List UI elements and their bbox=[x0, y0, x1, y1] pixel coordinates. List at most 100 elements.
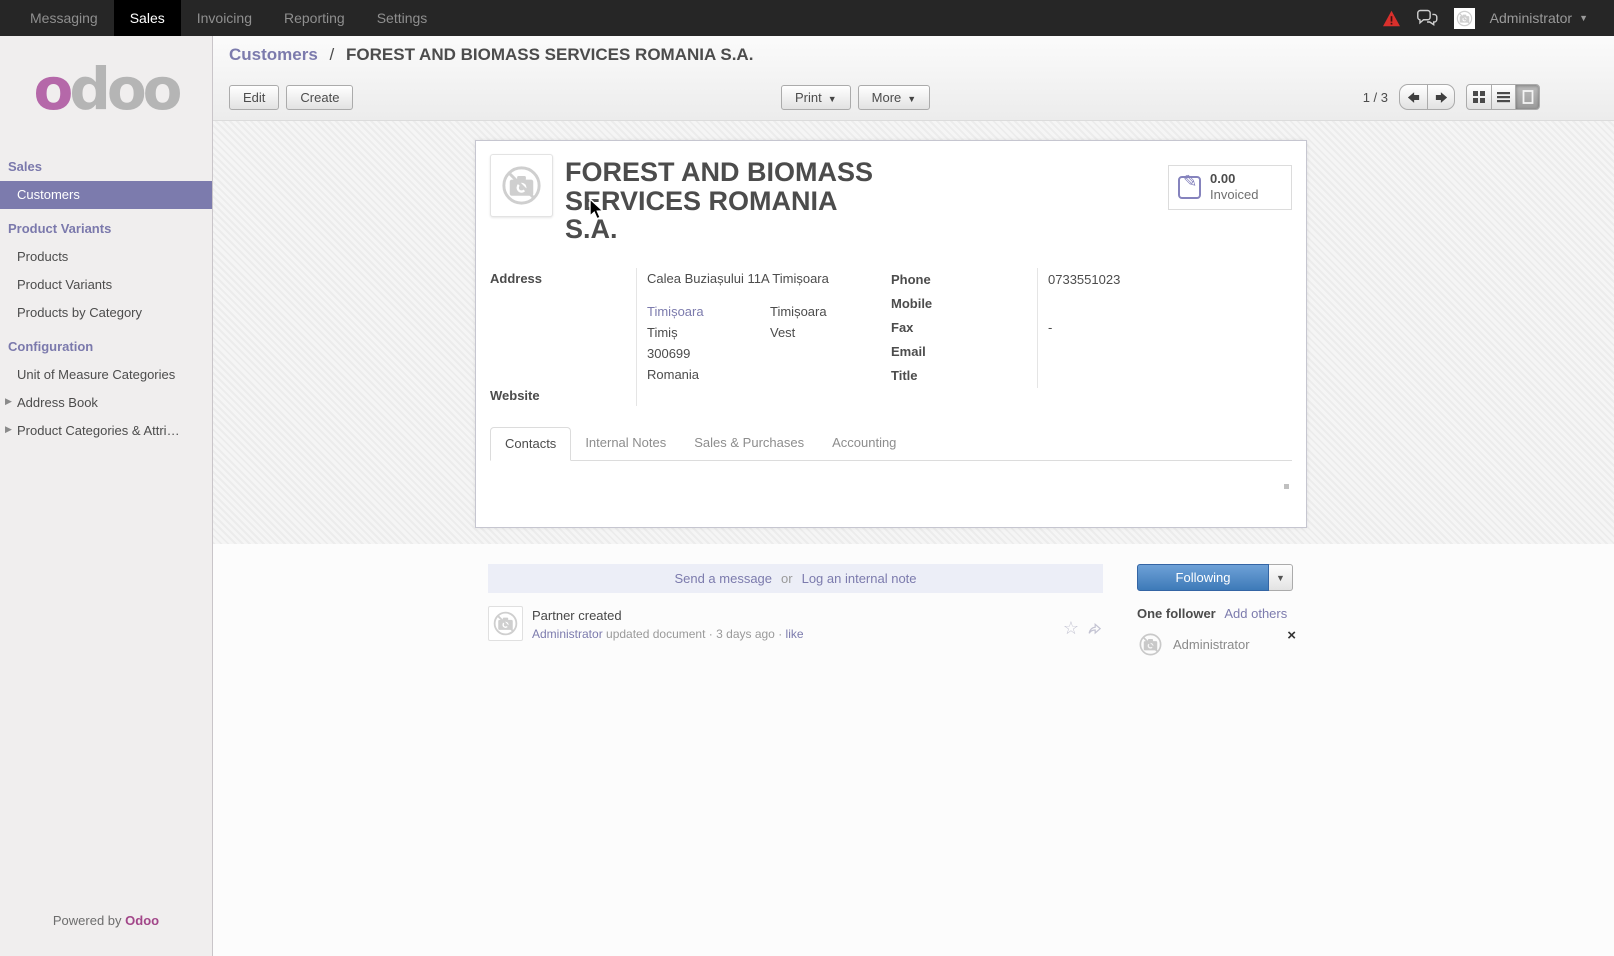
odoo-logo: odoo bbox=[0, 52, 212, 127]
edit-pencil-icon: ✎ bbox=[1178, 176, 1201, 199]
street-value: Calea Buziașului 11A Timișoara bbox=[647, 271, 891, 286]
form-sheet: FOREST AND BIOMASS SERVICES ROMANIA S.A.… bbox=[475, 140, 1307, 528]
forward-icon[interactable] bbox=[1086, 620, 1103, 636]
list-icon bbox=[1497, 91, 1510, 103]
breadcrumb: Customers / FOREST AND BIOMASS SERVICES … bbox=[229, 45, 1598, 65]
follower-name: Administrator bbox=[1173, 637, 1250, 652]
city-link[interactable]: Timișoara bbox=[647, 304, 770, 319]
zip-value: 300699 bbox=[647, 346, 770, 361]
empty-cell bbox=[770, 367, 891, 382]
sidebar-item-label: Product Categories & Attri… bbox=[17, 423, 180, 438]
warning-icon[interactable] bbox=[1382, 10, 1401, 27]
top-menu: Messaging Sales Invoicing Reporting Sett… bbox=[0, 0, 443, 36]
more-button[interactable]: More▼ bbox=[858, 85, 931, 110]
page-title: FOREST AND BIOMASS SERVICES ROMANIA S.A. bbox=[346, 45, 753, 64]
kanban-icon bbox=[1473, 91, 1485, 103]
resize-grip[interactable] bbox=[1284, 484, 1289, 489]
print-label: Print bbox=[795, 90, 822, 105]
menu-reporting[interactable]: Reporting bbox=[268, 0, 361, 36]
topbar: Messaging Sales Invoicing Reporting Sett… bbox=[0, 0, 1614, 36]
like-link[interactable]: like bbox=[786, 627, 804, 641]
state-value: Timiș bbox=[647, 325, 770, 340]
send-message-link[interactable]: Send a message bbox=[674, 571, 772, 586]
pager-previous-button[interactable] bbox=[1400, 85, 1427, 109]
sidebar-item-product-variants[interactable]: Product Variants bbox=[0, 271, 212, 299]
address-value: Calea Buziașului 11A Timișoara Timișoara… bbox=[636, 268, 891, 385]
arrow-right-icon bbox=[1434, 90, 1449, 105]
message-item: Partner created Administrator updated do… bbox=[488, 606, 1103, 641]
menu-settings[interactable]: Settings bbox=[361, 0, 444, 36]
notebook: Contacts Internal Notes Sales & Purchase… bbox=[490, 427, 1292, 501]
sidebar-item-products-by-category[interactable]: Products by Category bbox=[0, 299, 212, 327]
title-value bbox=[1037, 364, 1292, 388]
following-dropdown-button[interactable]: ▼ bbox=[1269, 564, 1293, 591]
message-avatar bbox=[488, 606, 523, 641]
content-header: Customers / FOREST AND BIOMASS SERVICES … bbox=[213, 36, 1614, 121]
add-others-link[interactable]: Add others bbox=[1224, 606, 1287, 621]
sidebar-item-product-categories[interactable]: ▶Product Categories & Attri… bbox=[0, 417, 212, 445]
topbar-right: Administrator ▼ bbox=[1382, 0, 1614, 36]
follower-item: Administrator × bbox=[1137, 631, 1293, 658]
star-icon[interactable]: ☆ bbox=[1063, 619, 1079, 637]
form-view-button[interactable] bbox=[1515, 85, 1539, 109]
following-button[interactable]: Following bbox=[1137, 564, 1269, 591]
form-background: FOREST AND BIOMASS SERVICES ROMANIA S.A.… bbox=[213, 121, 1614, 544]
powered-by-text: Powered by bbox=[53, 913, 122, 928]
message-composer: Send a message or Log an internal note bbox=[488, 564, 1103, 593]
sidebar-item-label: Address Book bbox=[17, 395, 98, 410]
message-author-link[interactable]: Administrator bbox=[532, 627, 603, 641]
broken-image-icon bbox=[1137, 631, 1164, 658]
sidebar-item-address-book[interactable]: ▶Address Book bbox=[0, 389, 212, 417]
sidebar-item-uom-categories[interactable]: Unit of Measure Categories bbox=[0, 361, 212, 389]
toolbar: Edit Create Print▼ More▼ 1 / 3 bbox=[229, 84, 1598, 110]
remove-follower-icon[interactable]: × bbox=[1287, 627, 1296, 644]
tab-contacts[interactable]: Contacts bbox=[490, 427, 571, 461]
avatar bbox=[1454, 8, 1475, 29]
empty-cell bbox=[770, 346, 891, 361]
partner-image-placeholder bbox=[490, 154, 553, 217]
sidebar-item-customers[interactable]: Customers bbox=[0, 181, 212, 209]
title-label: Title bbox=[891, 364, 1037, 388]
log-internal-note-link[interactable]: Log an internal note bbox=[802, 571, 917, 586]
list-view-button[interactable] bbox=[1491, 85, 1515, 109]
phone-value: 0733551023 bbox=[1037, 268, 1292, 292]
invoiced-stat-button[interactable]: ✎ 0.00 Invoiced bbox=[1168, 165, 1292, 210]
create-button[interactable]: Create bbox=[286, 85, 353, 110]
fax-label: Fax bbox=[891, 316, 1037, 340]
broken-image-icon bbox=[491, 609, 520, 638]
caret-down-icon: ▼ bbox=[828, 94, 837, 104]
tab-internal-notes[interactable]: Internal Notes bbox=[571, 427, 680, 461]
fax-value: - bbox=[1037, 316, 1292, 340]
region-value: Vest bbox=[770, 325, 891, 340]
caret-down-icon: ▼ bbox=[1579, 13, 1588, 23]
print-button[interactable]: Print ▼ bbox=[781, 85, 851, 110]
tab-content bbox=[490, 461, 1292, 501]
phone-label: Phone bbox=[891, 268, 1037, 292]
pager-next-button[interactable] bbox=[1427, 85, 1454, 109]
menu-messaging[interactable]: Messaging bbox=[14, 0, 114, 36]
caret-down-icon: ▼ bbox=[907, 94, 916, 104]
menu-sales[interactable]: Sales bbox=[114, 0, 181, 36]
breadcrumb-separator: / bbox=[330, 45, 335, 64]
odoo-link[interactable]: Odoo bbox=[125, 913, 159, 928]
sidebar: odoo Sales Customers Product Variants Pr… bbox=[0, 36, 213, 956]
invoiced-value: 0.00 bbox=[1210, 171, 1258, 187]
sidebar-section-sales: Sales bbox=[0, 147, 212, 181]
main-content: Customers / FOREST AND BIOMASS SERVICES … bbox=[213, 36, 1614, 956]
message-timestamp: 3 days ago bbox=[716, 627, 775, 641]
user-menu[interactable]: Administrator ▼ bbox=[1490, 10, 1588, 26]
sidebar-item-products[interactable]: Products bbox=[0, 243, 212, 271]
tab-accounting[interactable]: Accounting bbox=[818, 427, 910, 461]
broken-image-icon bbox=[498, 162, 545, 209]
mobile-label: Mobile bbox=[891, 292, 1037, 316]
edit-button[interactable]: Edit bbox=[229, 85, 279, 110]
messages-icon[interactable] bbox=[1416, 9, 1439, 27]
kanban-view-button[interactable] bbox=[1467, 85, 1491, 109]
powered-by: Powered by Odoo bbox=[0, 913, 212, 928]
invoiced-label: Invoiced bbox=[1210, 187, 1258, 202]
meta-separator: · bbox=[778, 627, 782, 641]
menu-invoicing[interactable]: Invoicing bbox=[181, 0, 268, 36]
partner-name-title: FOREST AND BIOMASS SERVICES ROMANIA S.A. bbox=[565, 158, 895, 244]
tab-sales-purchases[interactable]: Sales & Purchases bbox=[680, 427, 818, 461]
breadcrumb-customers[interactable]: Customers bbox=[229, 45, 318, 64]
